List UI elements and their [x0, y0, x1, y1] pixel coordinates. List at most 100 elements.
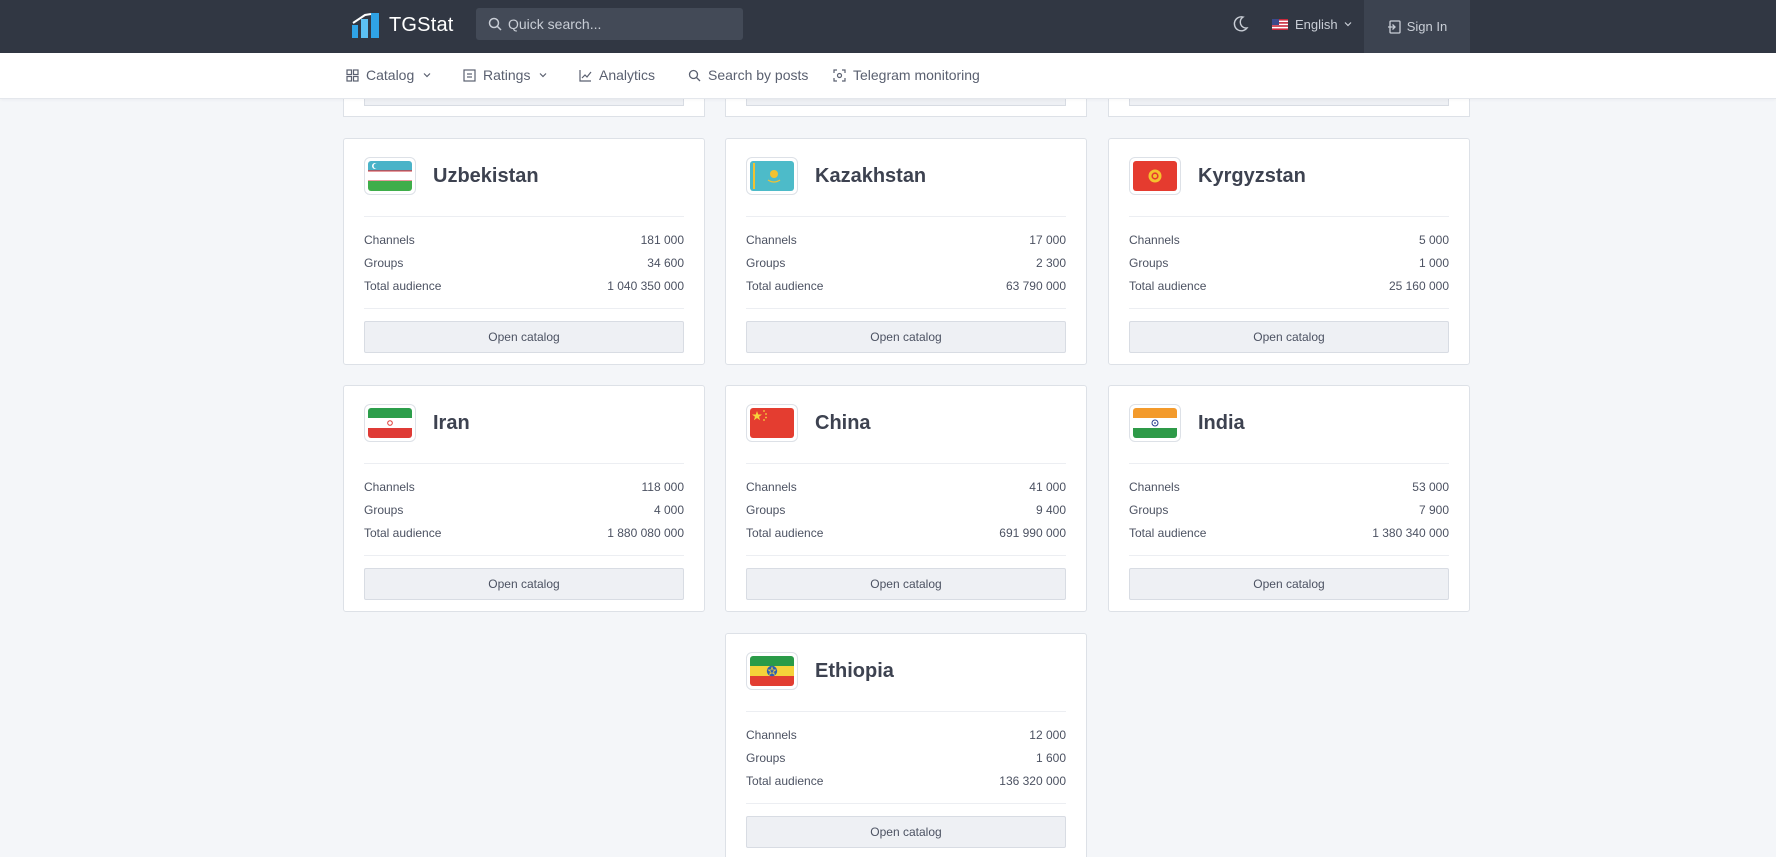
stat-label: Channels	[746, 480, 797, 494]
chart-line-icon	[579, 69, 592, 82]
card-header: India	[1129, 404, 1245, 442]
card-header: Kyrgyzstan	[1129, 157, 1306, 195]
stat-row-audience: Total audience 136 320 000	[746, 773, 1066, 796]
stat-row-channels: Channels 12 000	[746, 727, 1066, 750]
stat-row-channels: Channels 5 000	[1129, 232, 1449, 255]
divider	[746, 463, 1066, 464]
stat-row-channels: Channels 181 000	[364, 232, 684, 255]
divider	[1129, 216, 1449, 217]
stat-value: 1 380 340 000	[1372, 526, 1449, 540]
search-icon	[488, 17, 502, 31]
stat-label: Total audience	[364, 526, 442, 540]
open-catalog-button[interactable]: Open catalog	[746, 816, 1066, 848]
stats-list: Channels 41 000 Groups 9 400 Total audienc…	[746, 479, 1066, 548]
divider	[746, 555, 1066, 556]
stat-label: Groups	[746, 751, 786, 765]
flag-frame	[364, 404, 416, 442]
flag-frame	[746, 157, 798, 195]
open-catalog-button[interactable]: Open catalog	[1129, 568, 1449, 600]
card-header: China	[746, 404, 871, 442]
country-name: Ethiopia	[815, 659, 894, 682]
stat-value: 7 900	[1418, 503, 1449, 517]
open-catalog-button[interactable]: Open catalog	[364, 321, 684, 353]
nav-bar: Catalog Ratings Analytics Search by post…	[0, 53, 1776, 99]
logo[interactable]: TGStat	[351, 10, 454, 40]
stat-row-audience: Total audience 691 990 000	[746, 525, 1066, 548]
stat-label: Total audience	[1129, 526, 1207, 540]
stat-row-channels: Channels 17 000	[746, 232, 1066, 255]
flag-frame	[746, 404, 798, 442]
stat-value: 41 000	[1029, 480, 1066, 494]
country-card-iran: Iran Channels 118 000 Groups 4 000 Total a…	[343, 385, 705, 612]
china-flag-icon	[750, 408, 794, 438]
monitoring-icon	[833, 68, 846, 82]
india-flag-icon	[1133, 408, 1177, 438]
stat-row-groups: Groups 7 900	[1129, 502, 1449, 525]
sign-in-icon	[1387, 19, 1401, 34]
moon-icon[interactable]	[1231, 15, 1249, 33]
nav-search-by-posts-label: Search by posts	[708, 67, 809, 83]
country-name: Kazakhstan	[815, 164, 927, 187]
stat-row-groups: Groups 2 300	[746, 255, 1066, 278]
nav-telegram-monitoring[interactable]: Telegram monitoring	[833, 67, 980, 83]
nav-analytics-label: Analytics	[599, 67, 656, 83]
language-selector[interactable]: English	[1272, 15, 1352, 33]
open-catalog-button[interactable]: Open catalog	[364, 568, 684, 600]
divider	[364, 555, 684, 556]
divider	[1129, 555, 1449, 556]
chevron-down-icon	[1344, 22, 1352, 27]
search-icon	[688, 69, 701, 81]
stat-label: Groups	[746, 256, 786, 270]
grid-icon	[346, 68, 359, 82]
open-catalog-button[interactable]: Open catalog	[746, 568, 1066, 600]
sign-in-button[interactable]: Sign In	[1364, 0, 1470, 53]
open-catalog-button[interactable]: Open catalog	[746, 321, 1066, 353]
nav-catalog[interactable]: Catalog	[346, 67, 431, 83]
country-card-kyrgyzstan: Kyrgyzstan Channels 5 000 Groups 1 000 Tot…	[1108, 138, 1470, 365]
stat-label: Total audience	[746, 526, 824, 540]
stat-row-audience: Total audience 1 040 350 000	[364, 278, 684, 301]
stat-label: Groups	[1129, 503, 1169, 517]
stats-list: Channels 12 000 Groups 1 600 Total audienc…	[746, 727, 1066, 796]
card-header: Kazakhstan	[746, 157, 926, 195]
stat-value: 1 000	[1418, 256, 1449, 270]
stat-value: 9 400	[1035, 503, 1066, 517]
stats-list: Channels 53 000 Groups 7 900 Total audienc…	[1129, 479, 1449, 548]
country-card-china: China Channels 41 000 Groups 9 400 Total a…	[725, 385, 1087, 612]
stat-value: 25 160 000	[1388, 279, 1449, 293]
divider	[364, 463, 684, 464]
divider	[746, 308, 1066, 309]
country-name: India	[1198, 411, 1245, 434]
nav-search-by-posts[interactable]: Search by posts	[688, 67, 808, 83]
uzbekistan-flag-icon	[368, 161, 412, 191]
stat-label: Total audience	[1129, 279, 1207, 293]
stat-value: 691 990 000	[999, 526, 1066, 540]
stat-value: 34 600	[647, 256, 684, 270]
flag-frame	[746, 652, 798, 690]
ethiopia-flag-icon	[750, 656, 794, 686]
divider	[746, 711, 1066, 712]
country-card-uzbekistan: Uzbekistan Channels 181 000 Groups 34 600 …	[343, 138, 705, 365]
nav-ratings[interactable]: Ratings	[463, 67, 547, 83]
stat-row-audience: Total audience 1 880 080 000	[364, 525, 684, 548]
open-catalog-button[interactable]: Open catalog	[1129, 321, 1449, 353]
stat-value: 2 300	[1035, 256, 1066, 270]
tgstat-logo-icon	[352, 13, 379, 38]
nav-analytics[interactable]: Analytics	[579, 67, 655, 83]
stats-list: Channels 181 000 Groups 34 600 Total audie…	[364, 232, 684, 301]
stat-value: 1 040 350 000	[607, 279, 684, 293]
stat-value: 63 790 000	[1005, 279, 1066, 293]
quick-search[interactable]	[476, 8, 743, 40]
stat-value: 181 000	[640, 233, 684, 247]
stat-label: Channels	[1129, 480, 1180, 494]
stat-label: Total audience	[364, 279, 442, 293]
nav-telegram-monitoring-label: Telegram monitoring	[853, 67, 980, 83]
divider	[746, 216, 1066, 217]
stat-value: 5 000	[1418, 233, 1449, 247]
search-input[interactable]	[508, 16, 728, 32]
stat-label: Channels	[746, 233, 797, 247]
country-name: Kyrgyzstan	[1198, 164, 1306, 187]
language-label: English	[1295, 16, 1338, 32]
stat-row-audience: Total audience 63 790 000	[746, 278, 1066, 301]
chevron-down-icon	[423, 73, 431, 78]
